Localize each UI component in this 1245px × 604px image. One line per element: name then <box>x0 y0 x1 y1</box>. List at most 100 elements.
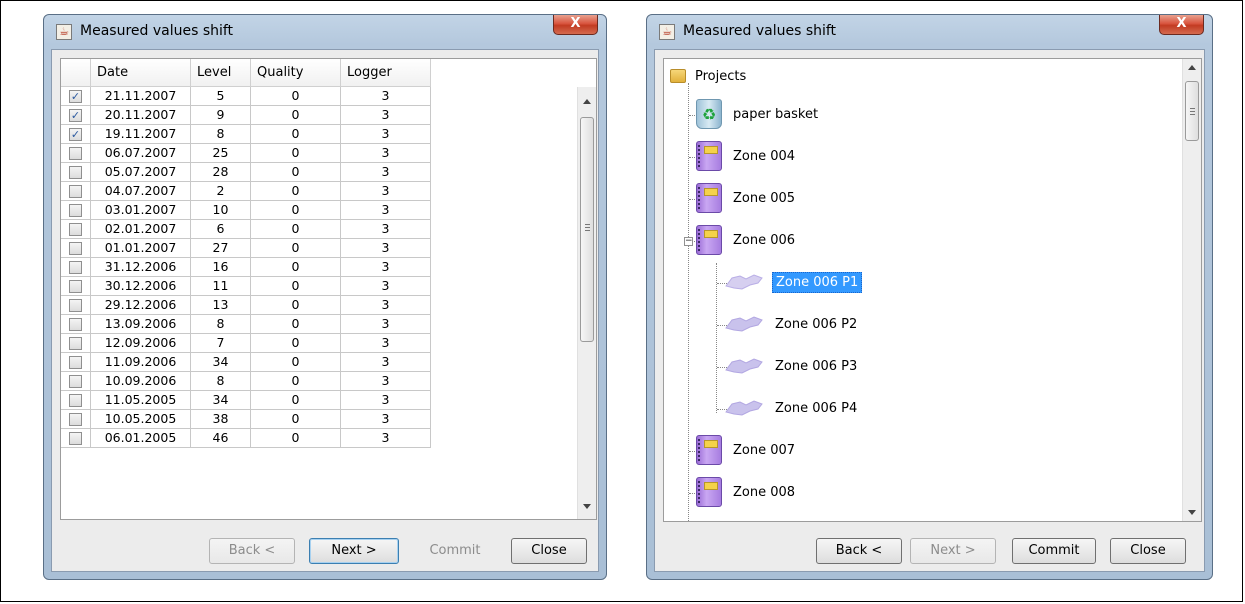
tree-node-zone-006-p4[interactable]: Zone 006 P4 <box>724 393 860 423</box>
close-button[interactable]: Close <box>511 538 587 564</box>
tree-node-zone-005[interactable]: Zone 005 <box>696 183 798 213</box>
date-cell: 01.01.2007 <box>91 239 191 258</box>
title-bar[interactable]: ☕ Measured values shift X <box>647 15 1212 49</box>
next-button[interactable]: Next > <box>309 538 399 564</box>
logger-cell: 3 <box>341 296 431 315</box>
row-checkbox[interactable] <box>69 279 82 293</box>
tree-scrollbar[interactable] <box>1182 59 1201 521</box>
tree-node-label: Zone 004 <box>733 148 796 164</box>
table-row[interactable]: 10.05.2005 38 0 3 <box>61 410 431 429</box>
row-checkbox[interactable] <box>69 412 82 426</box>
level-cell: 8 <box>191 125 251 144</box>
quality-cell: 0 <box>251 410 341 429</box>
table-row[interactable]: ✓ 20.11.2007 9 0 3 <box>61 106 431 125</box>
table-row[interactable]: 30.12.2006 11 0 3 <box>61 277 431 296</box>
table-scrollbar[interactable] <box>577 87 596 519</box>
collapse-toggle-icon[interactable]: − <box>684 237 693 246</box>
quality-cell: 0 <box>251 315 341 334</box>
close-button[interactable]: Close <box>1110 538 1186 564</box>
table-row[interactable]: 13.09.2006 8 0 3 <box>61 315 431 334</box>
row-checkbox[interactable] <box>69 203 82 217</box>
logger-cell: 3 <box>341 163 431 182</box>
table-row[interactable]: 31.12.2006 16 0 3 <box>61 258 431 277</box>
row-checkbox[interactable] <box>69 336 82 350</box>
tree-node-zone-006[interactable]: Zone 006 <box>696 225 798 255</box>
commit-button[interactable]: Commit <box>1012 538 1096 564</box>
table-row[interactable]: 03.01.2007 10 0 3 <box>61 201 431 220</box>
table-row[interactable]: 12.09.2006 7 0 3 <box>61 334 431 353</box>
tree-node-zone-004[interactable]: Zone 004 <box>696 141 798 171</box>
title-bar[interactable]: ☕ Measured values shift X <box>44 15 606 49</box>
scroll-down-arrow-icon[interactable] <box>1188 510 1196 515</box>
table-row[interactable]: 10.09.2006 8 0 3 <box>61 372 431 391</box>
quality-cell: 0 <box>251 125 341 144</box>
tree-node-zone-008[interactable]: Zone 008 <box>696 477 798 507</box>
level-cell: 8 <box>191 315 251 334</box>
next-button[interactable]: Next > <box>910 538 996 564</box>
row-checkbox[interactable] <box>69 393 82 407</box>
scrollbar-thumb[interactable] <box>580 117 594 342</box>
table-row[interactable]: 01.01.2007 27 0 3 <box>61 239 431 258</box>
row-checkbox[interactable] <box>69 298 82 312</box>
values-table[interactable]: Date Level Quality Logger ✓ 21.11.2007 5 0 3… <box>60 58 597 520</box>
row-checkbox[interactable] <box>69 355 82 369</box>
row-select-cell <box>61 144 91 163</box>
tree-node-zone-006-p2[interactable]: Zone 006 P2 <box>724 309 860 339</box>
scroll-down-arrow-icon[interactable] <box>583 504 591 509</box>
logger-cell: 3 <box>341 239 431 258</box>
row-select-cell <box>61 372 91 391</box>
date-cell: 11.09.2006 <box>91 353 191 372</box>
scrollbar-thumb[interactable] <box>1185 81 1199 141</box>
row-checkbox[interactable]: ✓ <box>69 89 82 103</box>
column-header-select[interactable] <box>61 59 91 87</box>
logger-cell: 3 <box>341 410 431 429</box>
column-header-date[interactable]: Date <box>91 59 191 87</box>
row-checkbox[interactable] <box>69 317 82 331</box>
table-row[interactable]: 02.01.2007 6 0 3 <box>61 220 431 239</box>
back-button[interactable]: Back < <box>209 538 295 564</box>
table-row[interactable]: 06.07.2007 25 0 3 <box>61 144 431 163</box>
back-button[interactable]: Back < <box>816 538 902 564</box>
row-checkbox[interactable] <box>69 146 82 160</box>
row-checkbox[interactable] <box>69 374 82 388</box>
scroll-up-arrow-icon[interactable] <box>1188 65 1196 70</box>
row-select-cell <box>61 429 91 448</box>
logger-cell: 3 <box>341 220 431 239</box>
column-header-logger[interactable]: Logger <box>341 59 431 87</box>
row-checkbox[interactable] <box>69 241 82 255</box>
table-row[interactable]: 06.01.2005 46 0 3 <box>61 429 431 448</box>
row-checkbox[interactable]: ✓ <box>69 127 82 141</box>
row-checkbox[interactable] <box>69 184 82 198</box>
java-cup-icon: ☕ <box>56 24 72 40</box>
date-cell: 31.12.2006 <box>91 258 191 277</box>
window-close-button[interactable]: X <box>1159 15 1204 35</box>
row-checkbox[interactable] <box>69 165 82 179</box>
table-row[interactable]: 29.12.2006 13 0 3 <box>61 296 431 315</box>
tree-node-label: Zone 005 <box>733 190 796 206</box>
row-checkbox[interactable] <box>69 431 82 445</box>
tree-node-projects[interactable]: Projects <box>670 61 749 91</box>
column-header-level[interactable]: Level <box>191 59 251 87</box>
tree-node-zone-007[interactable]: Zone 007 <box>696 435 798 465</box>
column-header-quality[interactable]: Quality <box>251 59 341 87</box>
commit-button[interactable]: Commit <box>413 538 497 564</box>
date-cell: 06.07.2007 <box>91 144 191 163</box>
level-cell: 2 <box>191 182 251 201</box>
table-row[interactable]: 11.05.2005 34 0 3 <box>61 391 431 410</box>
window-close-button[interactable]: X <box>553 15 598 35</box>
scroll-up-arrow-icon[interactable] <box>583 99 591 104</box>
table-row[interactable]: 04.07.2007 2 0 3 <box>61 182 431 201</box>
tree-node-paper-basket[interactable]: ♻ paper basket <box>696 99 821 129</box>
level-cell: 5 <box>191 87 251 106</box>
table-row[interactable]: 05.07.2007 28 0 3 <box>61 163 431 182</box>
table-row[interactable]: 11.09.2006 34 0 3 <box>61 353 431 372</box>
row-checkbox[interactable]: ✓ <box>69 108 82 122</box>
project-tree[interactable]: Projects ♻ paper basket Zone 004 Zone 00… <box>663 58 1202 522</box>
row-select-cell <box>61 201 91 220</box>
table-row[interactable]: ✓ 21.11.2007 5 0 3 <box>61 87 431 106</box>
row-checkbox[interactable] <box>69 222 82 236</box>
tree-node-zone-006-p3[interactable]: Zone 006 P3 <box>724 351 860 381</box>
table-row[interactable]: ✓ 19.11.2007 8 0 3 <box>61 125 431 144</box>
row-checkbox[interactable] <box>69 260 82 274</box>
tree-node-zone-006-p1[interactable]: Zone 006 P1 <box>724 267 863 297</box>
